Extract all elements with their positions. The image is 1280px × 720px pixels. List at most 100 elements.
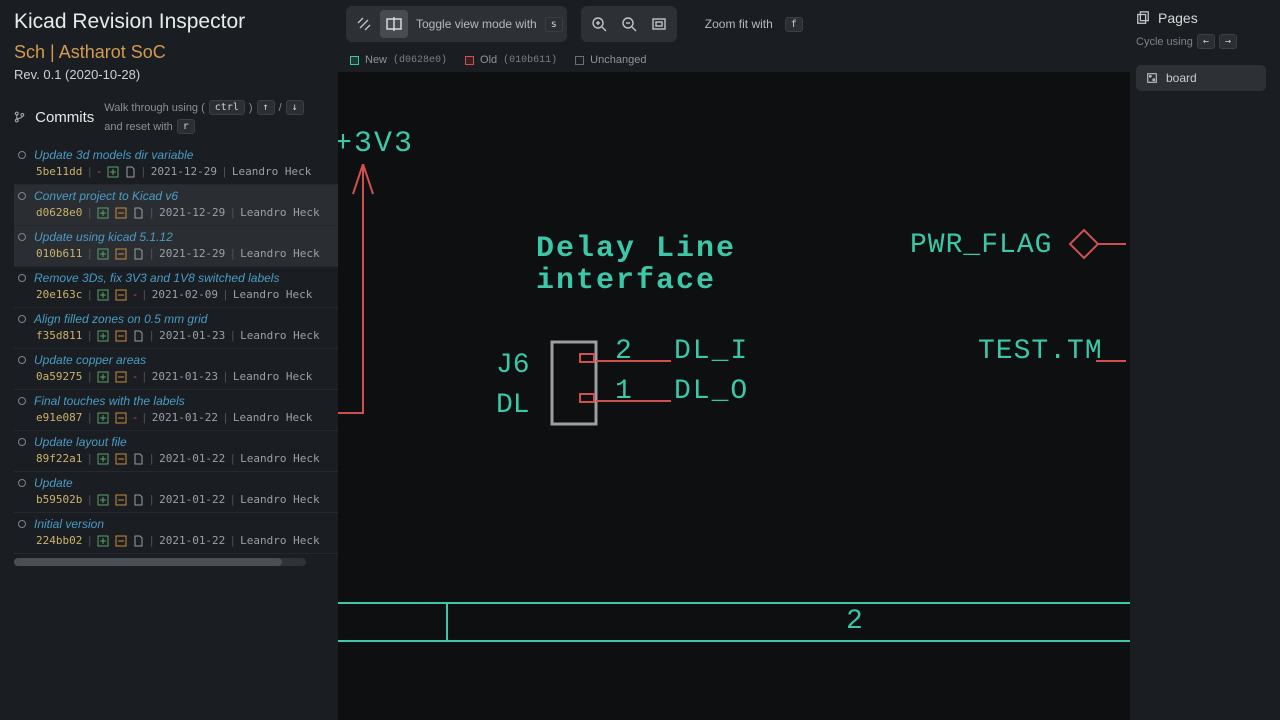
ref-dl: DL	[496, 390, 530, 421]
horizontal-scrollbar[interactable]	[14, 558, 306, 566]
document-title: Sch | Astharot SoC	[14, 42, 338, 63]
swipe-mode-button[interactable]	[380, 10, 408, 38]
square-red-icon	[465, 56, 474, 65]
commit-dot-icon	[18, 438, 26, 446]
commit-item[interactable]: Update using kicad 5.1.12010b611||2021-1…	[14, 226, 338, 267]
commit-list[interactable]: Update 3d models dir variable 5be11dd|-|2…	[14, 144, 338, 554]
commit-dot-icon	[18, 192, 26, 200]
commit-dot-icon	[18, 274, 26, 282]
page-item-board[interactable]: board	[1136, 65, 1266, 91]
commit-meta: d0628e0||2021-12-29|Leandro Heck	[18, 206, 332, 219]
power-label: +3V3	[338, 127, 414, 161]
diff-icon	[115, 494, 127, 506]
commit-meta: e91e087|-|2021-01-22|Leandro Heck	[18, 411, 332, 424]
commit-message: Align filled zones on 0.5 mm grid	[34, 312, 207, 326]
commit-dot-icon	[18, 315, 26, 323]
commit-item[interactable]: Update layout file89f22a1||2021-01-22|Le…	[14, 431, 338, 472]
commits-header: Commits Walk through using ( ctrl ) ↑ / …	[14, 100, 338, 134]
diff-icon	[97, 289, 109, 301]
commit-item[interactable]: Updateb59502b||2021-01-22|Leandro Heck	[14, 472, 338, 513]
center-area: Toggle view mode with s Zoom fit with f …	[338, 0, 1130, 720]
diff-icon	[97, 248, 109, 260]
toggle-mode-label: Toggle view mode with	[410, 17, 543, 31]
zoom-fit-hint: Zoom fit with f	[691, 17, 811, 32]
power-arrow-icon	[348, 164, 378, 414]
commit-dot-icon	[18, 479, 26, 487]
commit-item[interactable]: Update 3d models dir variable 5be11dd|-|2…	[14, 144, 338, 185]
onion-mode-button[interactable]	[350, 10, 378, 38]
schematic-canvas[interactable]: +3V3 Delay Line interface J6 DL 2 1 DL_I…	[338, 72, 1130, 720]
kbd-r: r	[177, 119, 195, 134]
diff-icon	[97, 453, 109, 465]
commit-dot-icon	[18, 520, 26, 528]
diff-icon	[115, 371, 127, 383]
toolbar: Toggle view mode with s Zoom fit with f	[338, 0, 1130, 48]
board-icon	[1146, 72, 1158, 84]
revision-line: Rev. 0.1 (2020-10-28)	[14, 67, 338, 82]
file-icon	[133, 494, 144, 506]
zoom-group	[581, 6, 677, 42]
test-tm-label: TEST.TM	[978, 336, 1103, 367]
page-item-label: board	[1166, 71, 1197, 85]
commit-meta: b59502b||2021-01-22|Leandro Heck	[18, 493, 332, 506]
diff-icon	[115, 207, 127, 219]
pages-cycle-hint: Cycle using ← →	[1136, 34, 1266, 49]
file-icon	[133, 535, 144, 547]
diff-icon	[115, 289, 127, 301]
file-icon	[125, 166, 136, 178]
diff-icon	[107, 166, 119, 178]
file-icon	[133, 453, 144, 465]
commit-item[interactable]: Remove 3Ds, fix 3V3 and 1V8 switched lab…	[14, 267, 338, 308]
commits-label: Commits	[35, 109, 94, 126]
commit-item[interactable]: Update copper areas 0a59275|-|2021-01-23|…	[14, 349, 338, 390]
legend-old: Old (010b611)	[465, 54, 557, 66]
commit-item[interactable]: Convert project to Kicad v6d0628e0||2021…	[14, 185, 338, 226]
zoom-out-button[interactable]	[615, 10, 643, 38]
kbd-left: ←	[1197, 34, 1215, 49]
diff-icon	[115, 453, 127, 465]
commit-dot-icon	[18, 151, 26, 159]
commit-item[interactable]: Align filled zones on 0.5 mm gridf35d811…	[14, 308, 338, 349]
pin-2: 2	[615, 336, 632, 367]
diff-icon	[115, 330, 127, 342]
pwr-flag-label: PWR_FLAG	[910, 230, 1052, 261]
commit-message: Update layout file	[34, 435, 127, 449]
kbd-down: ↓	[286, 100, 304, 115]
wire	[338, 412, 363, 414]
commit-message: Final touches with the labels	[34, 394, 185, 408]
diff-icon	[97, 207, 109, 219]
file-icon	[133, 207, 144, 219]
kbd-f: f	[785, 17, 803, 32]
wire	[596, 400, 671, 402]
net-dli: DL_I	[674, 336, 749, 367]
zoom-in-button[interactable]	[585, 10, 613, 38]
commit-message: Update copper areas	[34, 353, 146, 367]
diff-icon	[97, 330, 109, 342]
frame-line	[338, 640, 1130, 642]
diff-icon	[97, 371, 109, 383]
commit-meta: 5be11dd|-|2021-12-29|Leandro Heck	[18, 165, 332, 178]
app-title: Kicad Revision Inspector	[14, 10, 338, 34]
commit-meta: 0a59275|-|2021-01-23|Leandro Heck	[18, 370, 332, 383]
diff-icon	[97, 412, 109, 424]
commit-dot-icon	[18, 233, 26, 241]
branch-icon	[14, 110, 25, 124]
view-mode-group: Toggle view mode with s	[346, 6, 567, 42]
commit-dot-icon	[18, 397, 26, 405]
commit-item[interactable]: Final touches with the labels e91e087|-|2…	[14, 390, 338, 431]
block-title-2: interface	[536, 264, 716, 298]
legend-new: New (d0628e0)	[350, 54, 447, 66]
right-panel: Pages Cycle using ← → board	[1130, 0, 1280, 720]
ref-j6: J6	[496, 350, 530, 381]
diff-icon	[97, 494, 109, 506]
kbd-right: →	[1219, 34, 1237, 49]
commit-dot-icon	[18, 356, 26, 364]
square-green-icon	[350, 56, 359, 65]
pin-1: 1	[615, 376, 632, 407]
commit-message: Update 3d models dir variable	[34, 148, 193, 162]
diff-icon	[115, 248, 127, 260]
commit-item[interactable]: Initial version224bb02||2021-01-22|Leand…	[14, 513, 338, 554]
left-panel: Kicad Revision Inspector Sch | Astharot …	[0, 0, 338, 720]
kbd-ctrl: ctrl	[209, 100, 245, 115]
zoom-fit-button[interactable]	[645, 10, 673, 38]
